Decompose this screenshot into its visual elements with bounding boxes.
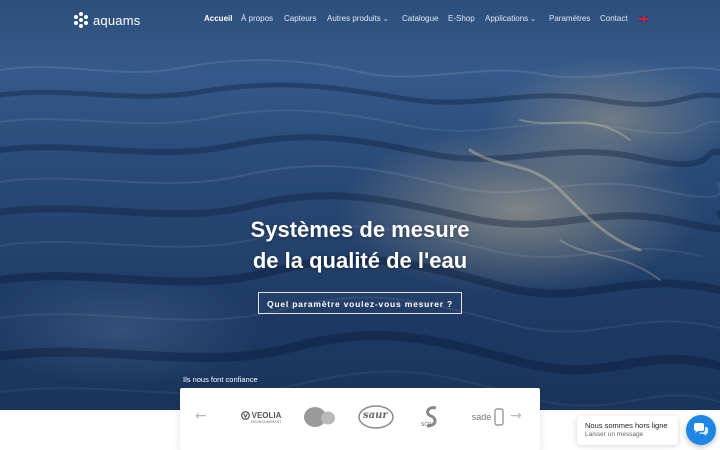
sade-logo-icon <box>494 408 504 426</box>
uk-flag-icon[interactable] <box>639 16 648 22</box>
partner-logo-sade: sade <box>468 402 508 432</box>
arrow-right-icon[interactable]: → <box>510 408 522 424</box>
ocean-waves-image <box>0 59 720 407</box>
chat-open-button[interactable] <box>686 415 716 445</box>
nav-item-autres-produits-label: Autres produits <box>327 14 381 23</box>
nav-item-contact[interactable]: Contact <box>600 14 628 23</box>
hero-title: Systèmes de mesure de la qualité de l'ea… <box>200 214 520 276</box>
nav-item-e-shop[interactable]: E-Shop <box>448 14 475 23</box>
chat-subtitle: Laisser un message <box>585 431 644 438</box>
partners-carousel: ← VEOLIA ENVIRONNEMENT saur SCP sade → <box>180 388 540 450</box>
veolia-logo-text: VEOLIA <box>251 410 282 420</box>
top-navigation: aquams Accueil À propos Capteurs Autres … <box>0 0 720 40</box>
chat-bubbles-icon <box>694 423 708 436</box>
partners-label: Ils nous font confiance <box>183 375 258 384</box>
brand-name: aquams <box>93 12 141 28</box>
partner-logo-veolia: VEOLIA ENVIRONNEMENT <box>236 402 286 432</box>
hero-title-line-2: de la qualité de l'eau <box>252 248 468 273</box>
brand-logo[interactable]: aquams <box>73 11 140 29</box>
hero-title-line-1: Systèmes de mesure <box>250 217 470 242</box>
nav-item-applications-label: Applications <box>485 14 529 23</box>
arrow-left-icon[interactable]: ← <box>195 408 207 424</box>
nav-item-accueil[interactable]: Accueil <box>204 14 232 23</box>
sade-logo-text: sade <box>471 412 492 422</box>
nav-item-capteurs[interactable]: Capteurs <box>284 14 316 23</box>
nav-item-applications[interactable]: Applications ⌄ <box>485 14 536 23</box>
suez-logo-icon <box>304 407 335 427</box>
aquams-logo-icon <box>73 12 89 28</box>
chat-offline-panel[interactable]: Nous sommes hors ligne Laisser un messag… <box>577 416 678 445</box>
scp-logo-text: SCP <box>421 422 432 428</box>
veolia-logo-subtext: ENVIRONNEMENT <box>250 419 282 424</box>
nav-item-autres-produits[interactable]: Autres produits ⌄ <box>327 14 389 23</box>
measure-parameter-button[interactable]: Quel paramètre voulez-vous mesurer ? <box>258 292 462 314</box>
chat-title: Nous sommes hors ligne <box>585 421 668 430</box>
nav-item-parametres[interactable]: Paramètres <box>549 14 590 23</box>
nav-item-a-propos[interactable]: À propos <box>241 14 273 23</box>
chevron-down-icon: ⌄ <box>530 16 537 23</box>
hero-background <box>0 0 720 410</box>
nav-item-catalogue[interactable]: Catalogue <box>402 14 438 23</box>
partner-logo-saur: saur <box>356 402 396 432</box>
chevron-down-icon: ⌄ <box>382 16 389 23</box>
veolia-logo-icon <box>240 410 250 420</box>
partner-logo-scp: SCP <box>418 402 446 432</box>
partner-logo-suez <box>302 402 336 432</box>
saur-logo-text: saur <box>363 410 388 421</box>
